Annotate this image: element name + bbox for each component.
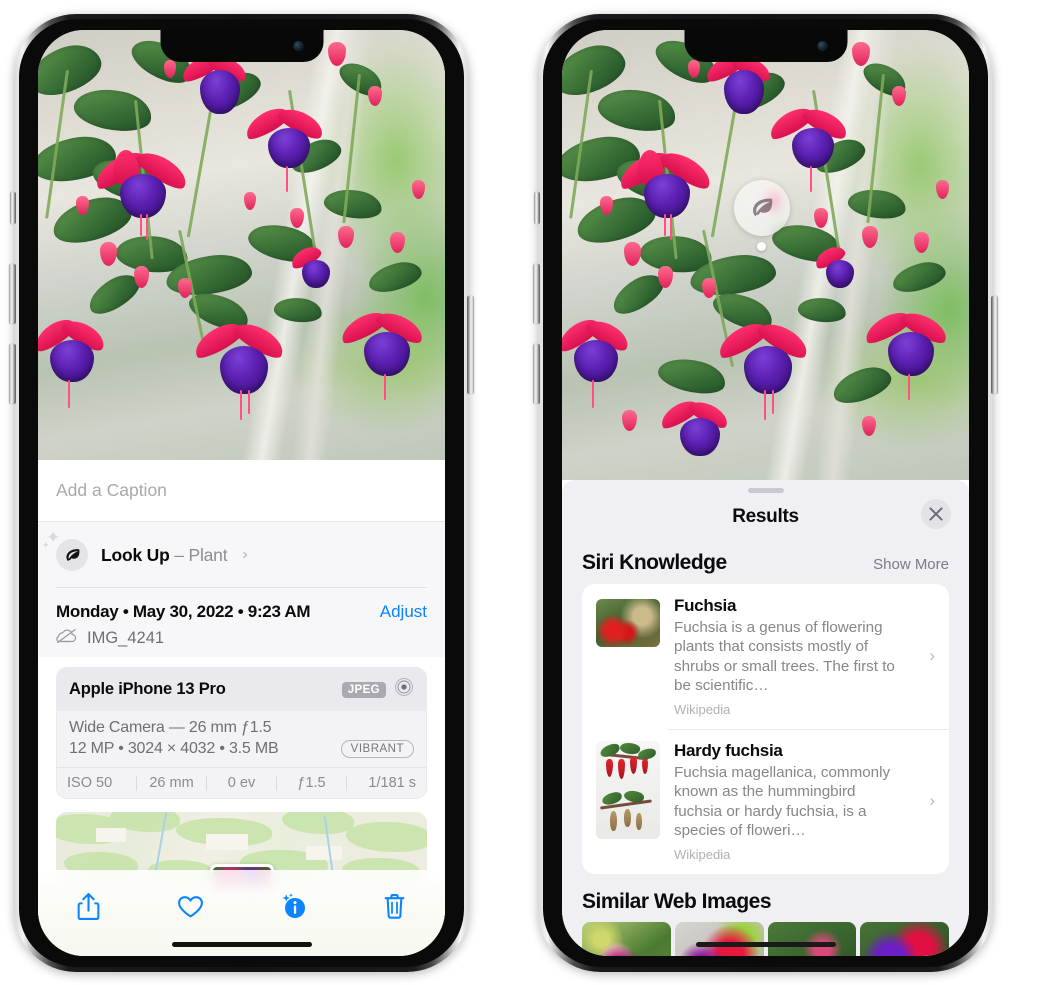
photo-date: Monday • May 30, 2022 • 9:23 AM (56, 602, 311, 621)
exif-stat-aperture: ƒ1.5 (297, 775, 326, 791)
exif-stat-iso: ISO 50 (67, 775, 113, 791)
chevron-right-icon: › (929, 646, 935, 666)
exif-card: Apple iPhone 13 Pro JPEG Wide Camera — 2… (56, 667, 427, 799)
chevron-right-icon: › (242, 546, 248, 563)
knowledge-source: Wikipedia (674, 701, 731, 717)
siri-knowledge-title: Siri Knowledge (582, 551, 727, 574)
photo-image-right[interactable] (562, 30, 969, 480)
screen-right: Results Siri Knowledge Show More Fuchsia… (562, 30, 969, 956)
knowledge-thumbnail (596, 740, 660, 839)
exif-stat-shutter: 1/181 s (368, 775, 416, 791)
photo-image-left[interactable] (38, 30, 445, 460)
knowledge-source: Wikipedia (674, 846, 731, 862)
delete-button[interactable] (375, 886, 415, 926)
iphone-right: Results Siri Knowledge Show More Fuchsia… (534, 14, 997, 972)
home-indicator-left[interactable] (171, 942, 312, 947)
camera-model: Apple iPhone 13 Pro (69, 680, 226, 698)
visual-lookup-badge[interactable] (734, 180, 790, 236)
close-button[interactable] (921, 499, 951, 529)
results-sheet: Results Siri Knowledge Show More Fuchsia… (562, 480, 969, 956)
resolution-info: 12 MP • 3024 × 4032 • 3.5 MB (69, 740, 279, 757)
photo-metadata: Monday • May 30, 2022 • 9:23 AM Adjust I… (38, 588, 445, 657)
photo-filename: IMG_4241 (87, 629, 165, 647)
share-button[interactable] (68, 886, 108, 926)
similar-web-images-title: Similar Web Images (582, 889, 772, 913)
look-up-label: Look Up – Plant (101, 544, 228, 566)
volume-up-button-right[interactable] (534, 264, 540, 324)
screen-left: Add a Caption ✦ ✦ Look Up – Plant › Mond… (38, 30, 445, 956)
sparkle-small-icon: ✦ (42, 540, 50, 550)
favorite-button[interactable] (170, 886, 210, 926)
close-icon (929, 507, 943, 521)
web-image-thumbnail[interactable] (767, 921, 857, 956)
iphone-left: Add a Caption ✦ ✦ Look Up – Plant › Mond… (10, 14, 473, 972)
icloud-slash-icon (56, 628, 78, 649)
power-button-left[interactable] (467, 296, 473, 394)
notch-left (160, 30, 323, 62)
look-up-row[interactable]: ✦ ✦ Look Up – Plant › (38, 522, 445, 588)
aperture-icon[interactable] (394, 677, 414, 702)
lens-info: Wide Camera — 26 mm ƒ1.5 (69, 719, 272, 736)
knowledge-item[interactable]: Fuchsia Fuchsia is a genus of flowering … (582, 584, 949, 729)
similar-web-images-header: Similar Web Images (562, 874, 969, 922)
format-badge: JPEG (341, 681, 386, 698)
power-button-right[interactable] (991, 296, 997, 394)
visual-lookup-dot (757, 242, 766, 251)
chevron-right-icon: › (929, 791, 935, 811)
mute-switch-left[interactable] (11, 192, 16, 224)
volume-up-button-left[interactable] (10, 264, 16, 324)
caption-placeholder: Add a Caption (56, 480, 167, 500)
look-up-kind: Plant (188, 544, 228, 565)
notch-right (684, 30, 847, 62)
knowledge-item[interactable]: Hardy fuchsia Fuchsia magellanica, commo… (582, 728, 949, 874)
exif-stat-focal: 26 mm (149, 775, 194, 791)
photo-detail-sheet: Add a Caption ✦ ✦ Look Up – Plant › Mond… (38, 460, 445, 956)
web-image-thumbnail[interactable] (674, 921, 764, 956)
siri-knowledge-header: Siri Knowledge Show More (562, 541, 969, 584)
knowledge-description: Fuchsia is a genus of flowering plants t… (674, 619, 895, 695)
divider (668, 728, 949, 730)
knowledge-thumbnail (596, 599, 660, 647)
look-up-title: Look Up (101, 544, 170, 565)
exif-stats-row: ISO 50 26 mm 0 ev ƒ1.5 1/181 s (57, 767, 426, 798)
mute-switch-right[interactable] (535, 192, 540, 224)
knowledge-title: Hardy fuchsia (674, 740, 783, 760)
exif-stat-exposure: 0 ev (227, 775, 256, 791)
home-indicator-right[interactable] (695, 942, 836, 947)
caption-field-row[interactable]: Add a Caption (38, 460, 445, 522)
similar-web-images-strip (562, 921, 969, 956)
photographic-style-badge: VIBRANT (340, 740, 414, 758)
front-camera-icon (817, 41, 827, 51)
screenshot-stage: Add a Caption ✦ ✦ Look Up – Plant › Mond… (0, 0, 1055, 985)
info-button[interactable] (273, 886, 313, 926)
knowledge-title: Fuchsia (674, 596, 737, 615)
volume-down-button-right[interactable] (534, 344, 540, 404)
look-up-dash: – (174, 544, 184, 565)
adjust-button[interactable]: Adjust (380, 602, 427, 622)
leaf-icon: ✦ ✦ (42, 529, 88, 571)
show-more-button[interactable]: Show More (873, 556, 949, 573)
exif-header: Apple iPhone 13 Pro JPEG (57, 668, 426, 711)
web-image-thumbnail[interactable] (860, 921, 949, 956)
results-title: Results (732, 506, 799, 527)
front-camera-icon (293, 41, 303, 51)
volume-down-button-left[interactable] (10, 344, 16, 404)
knowledge-description: Fuchsia magellanica, commonly known as t… (674, 763, 891, 840)
web-image-thumbnail[interactable] (582, 921, 671, 956)
exif-body: Wide Camera — 26 mm ƒ1.5 12 MP • 3024 × … (57, 711, 426, 767)
divider (56, 587, 427, 588)
results-header: Results (562, 493, 969, 541)
siri-knowledge-card: Fuchsia Fuchsia is a genus of flowering … (582, 584, 949, 874)
